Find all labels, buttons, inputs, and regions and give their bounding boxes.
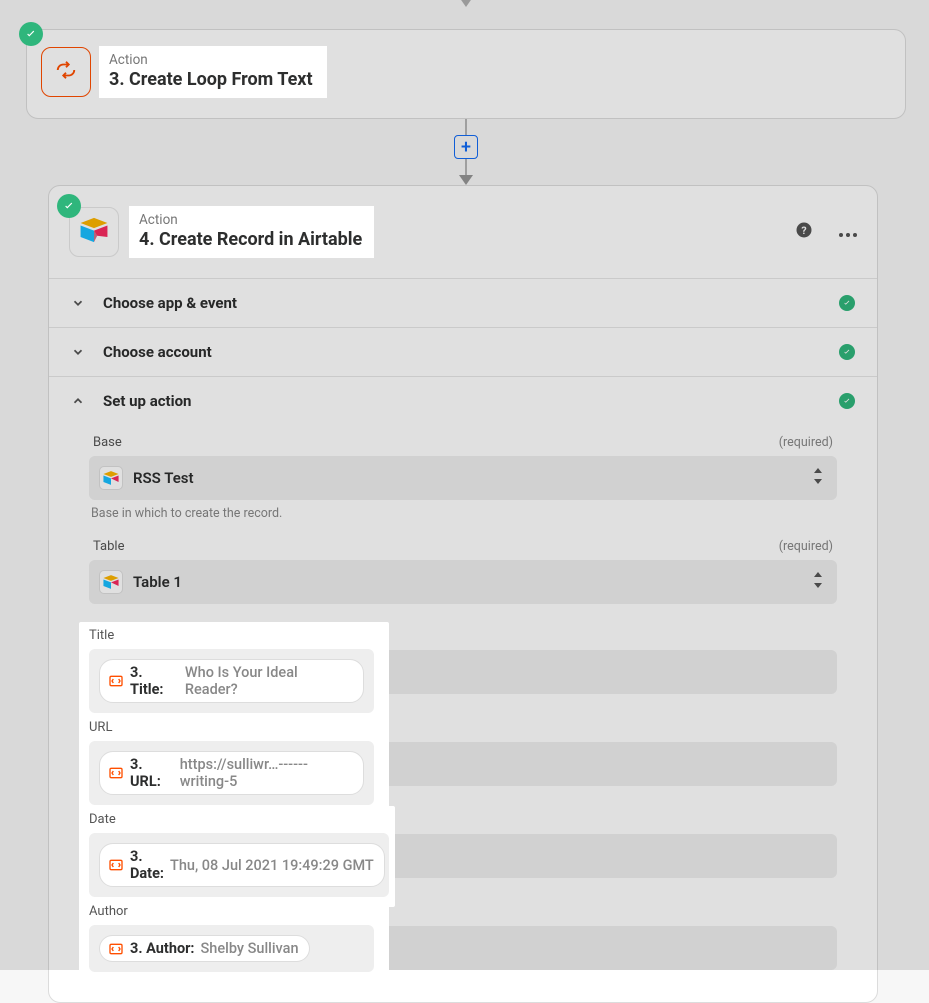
- field-label: Author: [89, 904, 128, 919]
- sort-icon: [813, 572, 823, 592]
- loop-mini-icon: [108, 858, 124, 872]
- date-input[interactable]: 3. Date: Thu, 08 Jul 2021 19:49:29 GMT: [89, 833, 389, 897]
- check-badge-icon: [57, 194, 81, 218]
- step-title: 4. Create Record in Airtable: [139, 229, 362, 250]
- mapped-token[interactable]: 3. Author: Shelby Sullivan: [99, 935, 310, 962]
- help-icon[interactable]: ?: [795, 221, 813, 243]
- field-label: Title: [89, 628, 114, 643]
- chevron-up-icon: [71, 394, 85, 408]
- field-required: (required): [779, 435, 833, 450]
- status-complete-icon: [839, 393, 855, 409]
- url-input[interactable]: 3. URL: https://sulliwr…------writing-5: [89, 741, 374, 805]
- loop-app-icon: [41, 47, 91, 97]
- base-select[interactable]: RSS Test: [89, 456, 837, 500]
- sort-icon: [813, 468, 823, 488]
- table-select[interactable]: Table 1: [89, 560, 837, 604]
- field-required: (required): [779, 539, 833, 554]
- field-table: Table (required) Table 1: [89, 539, 837, 604]
- field-author: Author 3. Author: Shelby Sullivan: [89, 898, 837, 972]
- check-badge-icon: [19, 22, 43, 46]
- mapped-token[interactable]: 3. URL: https://sulliwr…------writing-5: [99, 751, 364, 795]
- svg-text:?: ?: [801, 224, 806, 237]
- title-input[interactable]: 3. Title: Who Is Your Ideal Reader?: [89, 649, 374, 713]
- field-base: Base (required) RSS Test Base in which t…: [89, 435, 837, 521]
- field-url: URL 3. URL: https://sulliwr…------writin…: [89, 714, 837, 788]
- field-label: Base: [93, 435, 122, 450]
- chevron-down-icon: [71, 296, 85, 310]
- field-label: Date: [89, 812, 116, 827]
- section-choose-app-event[interactable]: Choose app & event: [49, 279, 877, 328]
- section-choose-account[interactable]: Choose account: [49, 328, 877, 377]
- status-complete-icon: [839, 295, 855, 311]
- loop-mini-icon: [108, 674, 124, 688]
- more-menu-icon[interactable]: [839, 223, 857, 242]
- loop-mini-icon: [108, 942, 124, 956]
- field-help: Base in which to create the record.: [89, 506, 837, 521]
- airtable-mini-icon: [99, 466, 123, 490]
- section-set-up-action[interactable]: Set up action: [49, 377, 877, 425]
- mapped-token[interactable]: 3. Title: Who Is Your Ideal Reader?: [99, 659, 364, 703]
- step-title: 3. Create Loop From Text: [109, 69, 313, 90]
- field-label: Table: [93, 539, 124, 554]
- field-title: Title 3. Title: Who Is Your Ideal Reader…: [89, 622, 837, 696]
- step-type-label: Action: [109, 52, 313, 68]
- add-step-button[interactable]: +: [454, 135, 478, 159]
- loop-mini-icon: [108, 766, 124, 780]
- mapped-token[interactable]: 3. Date: Thu, 08 Jul 2021 19:49:29 GMT: [99, 843, 385, 887]
- step-card-3[interactable]: Action 3. Create Loop From Text: [26, 29, 906, 119]
- status-complete-icon: [839, 344, 855, 360]
- author-input[interactable]: 3. Author: Shelby Sullivan: [89, 925, 374, 972]
- airtable-mini-icon: [99, 570, 123, 594]
- chevron-down-icon: [71, 345, 85, 359]
- step-type-label: Action: [139, 212, 362, 228]
- field-label: URL: [89, 720, 112, 735]
- field-date: Date 3. Date: Thu, 08 Jul 2021 19:49:29 …: [89, 806, 837, 880]
- step-card-4: Action 4. Create Record in Airtable ? Ch…: [48, 185, 878, 1003]
